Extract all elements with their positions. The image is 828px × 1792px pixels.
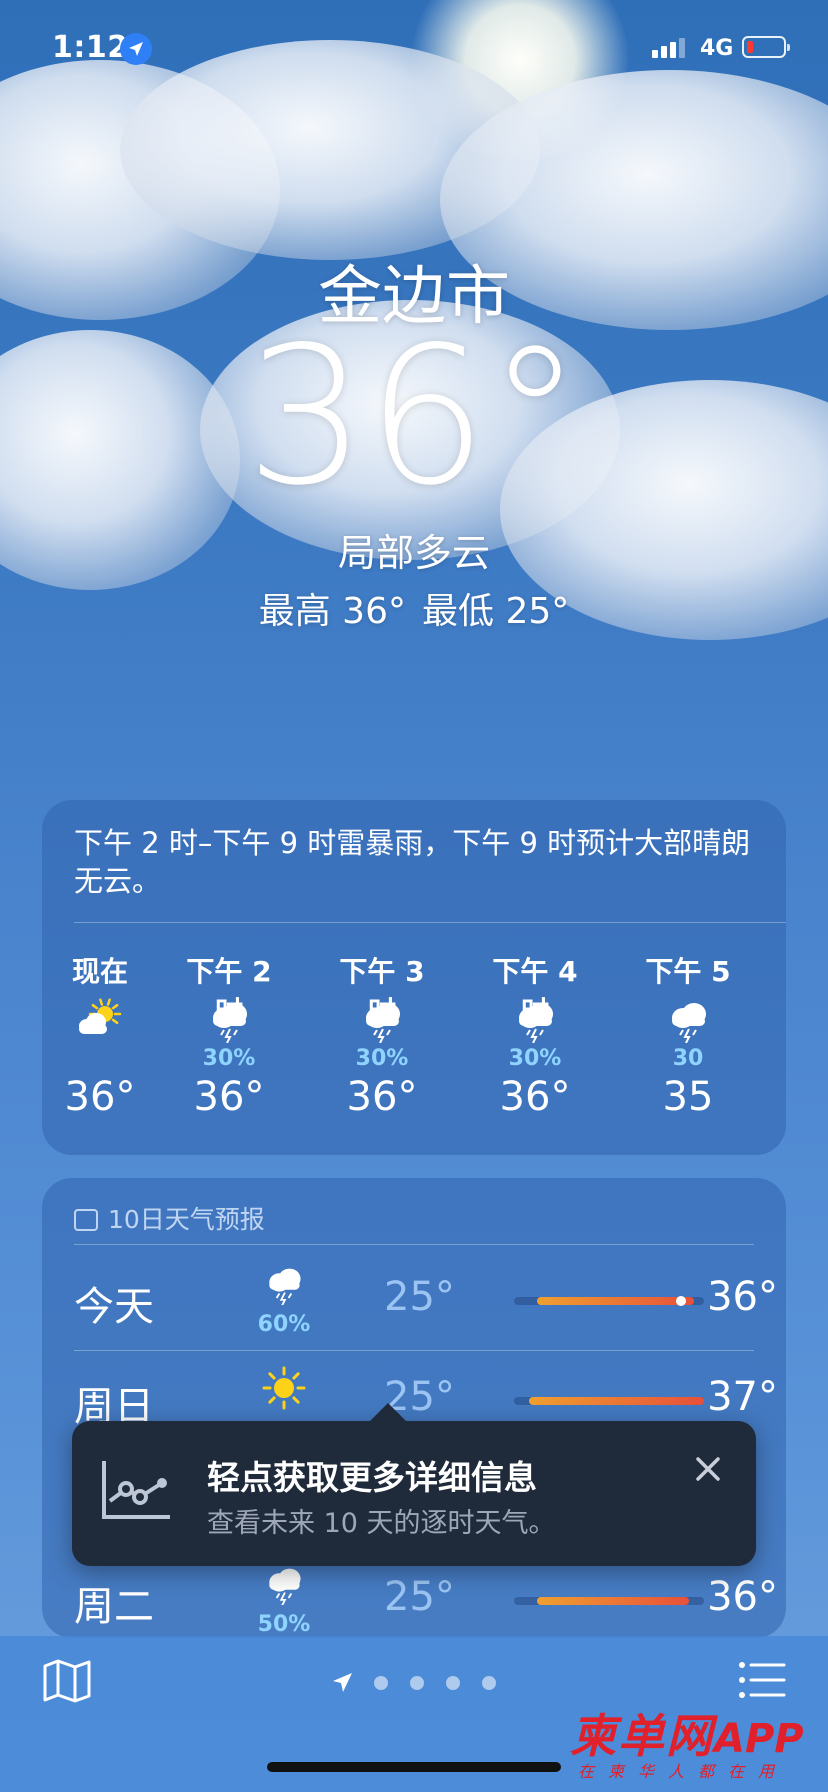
tooltip-title: 轻点获取更多详细信息 bbox=[207, 1458, 537, 1497]
hour-temp: 36° bbox=[64, 1074, 136, 1120]
thunderstorm-icon bbox=[254, 1264, 314, 1309]
thunderstorm-icon bbox=[475, 998, 595, 1046]
home-indicator bbox=[267, 1762, 561, 1772]
day-name: 今天 bbox=[74, 1284, 154, 1330]
status-time: 1:12 bbox=[52, 30, 129, 65]
hour-label: 下午 2 时 bbox=[186, 955, 272, 1028]
info-tooltip[interactable]: 轻点获取更多详细信息 查看未来 10 天的逐时天气。 bbox=[72, 1403, 756, 1566]
watermark-logo: 柬单网APP 在柬华人都在用 bbox=[570, 1700, 804, 1781]
current-location-page-icon[interactable] bbox=[330, 1670, 356, 1700]
hourly-item[interactable]: 下午 2 时 30% 36° bbox=[169, 950, 289, 1120]
page-dot[interactable] bbox=[446, 1676, 460, 1690]
map-icon[interactable] bbox=[42, 1658, 92, 1708]
battery-icon bbox=[742, 36, 790, 58]
partly-cloudy-icon bbox=[40, 998, 160, 1046]
hourly-forecast-card[interactable]: 下午 2 时–下午 9 时雷暴雨，下午 9 时预计大部晴朗无云。 现在 36° 下午… bbox=[42, 800, 786, 1155]
temp-range-bar bbox=[514, 1597, 704, 1605]
high-temp: 最高 36° bbox=[258, 591, 406, 632]
current-condition: 局部多云 bbox=[337, 531, 490, 575]
high-temp: 36° bbox=[707, 1274, 778, 1320]
temp-range-bar bbox=[514, 1397, 704, 1405]
sun-icon bbox=[254, 1364, 314, 1416]
divider bbox=[74, 1350, 754, 1351]
temp-range-fill bbox=[536, 1297, 695, 1305]
daily-header: 10日天气预报 bbox=[74, 1200, 265, 1236]
hourly-item[interactable]: 现在 36° bbox=[40, 950, 160, 1120]
thunderstorm-icon bbox=[322, 998, 442, 1046]
temp-range-bar bbox=[514, 1296, 704, 1306]
low-temp: 25° bbox=[384, 1574, 455, 1620]
hour-label: 现在 bbox=[71, 955, 128, 988]
daily-forecast-card[interactable]: 10日天气预报 今天 60% 25° 36° 周日 25° 37° 周二 50% 25° 36° bbox=[42, 1178, 786, 1638]
precip-chance: 30% bbox=[202, 1046, 256, 1071]
precip-chance bbox=[40, 1046, 160, 1070]
calendar-icon bbox=[74, 1209, 98, 1231]
thunderstorm-icon bbox=[254, 1564, 314, 1609]
day-name: 周二 bbox=[74, 1584, 154, 1630]
low-temp: 25° bbox=[384, 1274, 455, 1320]
thunderstorm-icon bbox=[169, 998, 289, 1046]
list-icon[interactable] bbox=[738, 1660, 786, 1704]
precip-chance: 30% bbox=[355, 1046, 409, 1071]
hour-label: 下午 4 时 bbox=[492, 955, 578, 1028]
hourly-summary: 下午 2 时–下午 9 时雷暴雨，下午 9 时预计大部晴朗无云。 bbox=[74, 826, 751, 898]
high-temp: 36° bbox=[707, 1574, 778, 1620]
temp-range-fill bbox=[536, 1597, 689, 1605]
high-low: 最高 36° 最低 25° bbox=[0, 582, 828, 634]
watermark-slogan: 在柬华人都在用 bbox=[578, 1762, 789, 1781]
hour-label: 下午 5 bbox=[645, 955, 731, 988]
high-temp: 37° bbox=[707, 1374, 778, 1420]
hour-temp: 36° bbox=[193, 1074, 265, 1120]
status-bar: 1:12 4G bbox=[0, 30, 828, 70]
divider bbox=[74, 1244, 754, 1245]
watermark-app: APP bbox=[714, 1716, 804, 1762]
location-arrow-icon bbox=[120, 33, 152, 65]
daily-header-label: 10日天气预报 bbox=[108, 1205, 265, 1234]
precip-chance: 30% bbox=[508, 1046, 562, 1071]
network-type: 4G bbox=[700, 36, 734, 61]
thunderstorm-icon bbox=[628, 998, 748, 1046]
temp-range-fill bbox=[529, 1397, 704, 1405]
hourly-item[interactable]: 下午 3 时 30% 36° bbox=[322, 950, 442, 1120]
watermark-brand: 柬单网 bbox=[570, 1709, 714, 1763]
daily-row[interactable]: 今天 60% 25° 36° bbox=[74, 1250, 778, 1350]
close-icon[interactable] bbox=[692, 1453, 724, 1485]
page-dot[interactable] bbox=[410, 1676, 424, 1690]
cellular-signal-icon bbox=[652, 38, 688, 58]
hour-temp: 36° bbox=[499, 1074, 571, 1120]
hour-temp: 35 bbox=[662, 1074, 714, 1120]
precip-chance: 60% bbox=[257, 1312, 311, 1337]
page-dot[interactable] bbox=[374, 1676, 388, 1690]
low-temp: 最低 25° bbox=[422, 591, 570, 632]
precip-chance: 30 bbox=[672, 1046, 704, 1071]
chart-line-icon bbox=[100, 1459, 172, 1527]
hour-label: 下午 3 时 bbox=[339, 955, 425, 1028]
current-temperature: 36° bbox=[245, 306, 583, 527]
tooltip-subtitle: 查看未来 10 天的逐时天气。 bbox=[207, 1508, 556, 1539]
divider bbox=[74, 922, 786, 923]
page-dot[interactable] bbox=[482, 1676, 496, 1690]
precip-chance: 50% bbox=[257, 1612, 311, 1637]
hourly-item[interactable]: 下午 5 30 35 bbox=[628, 950, 748, 1120]
hourly-item[interactable]: 下午 4 时 30% 36° bbox=[475, 950, 595, 1120]
hour-temp: 36° bbox=[346, 1074, 418, 1120]
